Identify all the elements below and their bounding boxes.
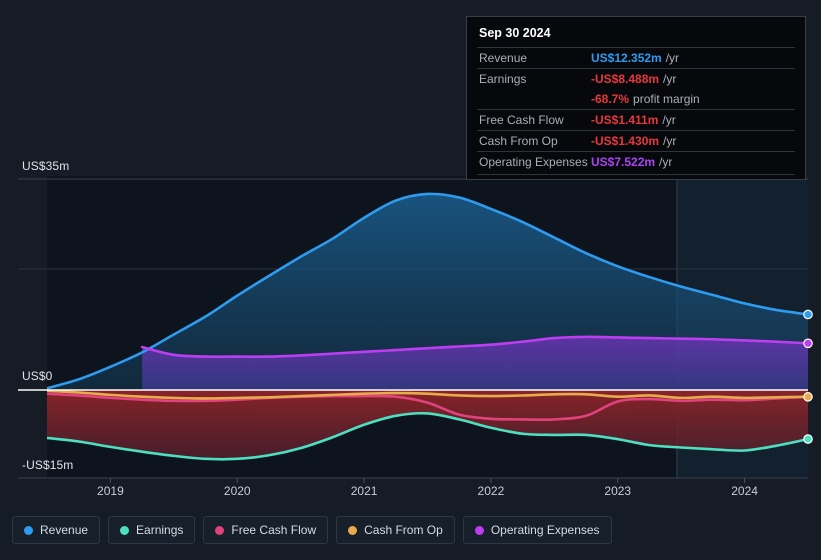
legend-color-dot-icon — [24, 525, 33, 535]
x-axis-label-2020: 2020 — [223, 484, 251, 498]
tooltip-row: Free Cash Flow -US$1.411m/yr — [477, 109, 795, 130]
legend-item-label: Operating Expenses — [490, 523, 600, 537]
tooltip-row-value: US$12.352m — [591, 51, 662, 65]
endpoint-earnings — [803, 434, 813, 444]
endpoint-cash-from-op — [803, 392, 813, 402]
tooltip-rows: Revenue US$12.352m/yr Earnings -US$8.488m/y… — [477, 47, 795, 172]
legend-color-dot-icon — [348, 525, 358, 535]
tooltip-row: Earnings -US$8.488m/yr — [477, 68, 795, 89]
tooltip-row-suffix: /yr — [663, 134, 677, 148]
tooltip-row-label: Free Cash Flow — [479, 113, 564, 127]
legend-item-revenue[interactable]: Revenue — [12, 516, 101, 544]
legend-item-earnings[interactable]: Earnings — [108, 516, 196, 544]
x-axis-label-2021: 2021 — [350, 484, 378, 498]
tooltip-row-suffix: profit margin — [633, 92, 700, 106]
y-axis-label-min: -US$15m — [22, 458, 74, 472]
chart-page: US$35m US$0 -US$15m 2019 2020 2021 2022 2023… — [0, 0, 821, 560]
y-axis-label-zero: US$0 — [22, 369, 53, 383]
tooltip-row-value: -US$8.488m — [591, 72, 660, 86]
tooltip-row-suffix: /yr — [662, 113, 676, 127]
legend-item-label: Revenue — [40, 523, 89, 537]
chart-tooltip: Sep 30 2024 Revenue US$12.352m/yr Earnings… — [466, 16, 806, 180]
tooltip-row-label: Operating Expenses — [479, 155, 588, 169]
legend-item-label: Cash From Op — [364, 523, 443, 537]
tooltip-row-suffix: /yr — [665, 51, 680, 65]
tooltip-row-value: US$7.522m — [591, 155, 656, 169]
tooltip-row-label: Cash From Op — [479, 134, 558, 148]
tooltip-row: Revenue US$12.352m/yr — [477, 47, 795, 68]
legend-item-operating-expenses[interactable]: Operating Expenses — [462, 516, 612, 544]
x-axis-label-2022: 2022 — [477, 484, 505, 498]
endpoint-revenue — [803, 309, 813, 320]
tooltip-row-value: -US$1.430m — [591, 134, 660, 148]
tooltip-row-value: -68.7% — [591, 92, 630, 106]
legend-item-cash-from-op[interactable]: Cash From Op — [336, 516, 455, 544]
tooltip-row-label: Earnings — [479, 72, 527, 86]
legend-color-dot-icon — [474, 525, 484, 535]
tooltip-row: Operating Expenses US$7.522m/yr — [477, 151, 795, 172]
endpoint-operating-expenses — [803, 338, 813, 349]
y-axis-label-max: US$35m — [22, 159, 70, 173]
legend-color-dot-icon — [120, 525, 130, 535]
legend-color-dot-icon — [215, 525, 225, 535]
chart-legend: Revenue Earnings Free Cash Flow Cash From O… — [12, 516, 612, 544]
x-axis-label-2023: 2023 — [604, 484, 632, 498]
tooltip-row-suffix: /yr — [663, 72, 677, 86]
legend-item-free-cash-flow[interactable]: Free Cash Flow — [203, 516, 329, 544]
tooltip-date: Sep 30 2024 — [479, 26, 551, 40]
tooltip-row-value: -US$1.411m — [591, 113, 659, 127]
tooltip-row-label: Revenue — [479, 51, 528, 65]
tooltip-row: -68.7% profit margin — [477, 89, 795, 109]
legend-item-label: Earnings — [136, 523, 184, 537]
legend-item-label: Free Cash Flow — [231, 523, 317, 537]
tooltip-row: Cash From Op -US$1.430m/yr — [477, 130, 795, 151]
tooltip-row-suffix: /yr — [659, 155, 673, 169]
tooltip-bottom-rule — [477, 174, 795, 175]
x-axis-label-2024: 2024 — [731, 484, 758, 498]
x-axis-ticks — [109, 478, 746, 483]
x-axis-label-2019: 2019 — [97, 484, 124, 498]
